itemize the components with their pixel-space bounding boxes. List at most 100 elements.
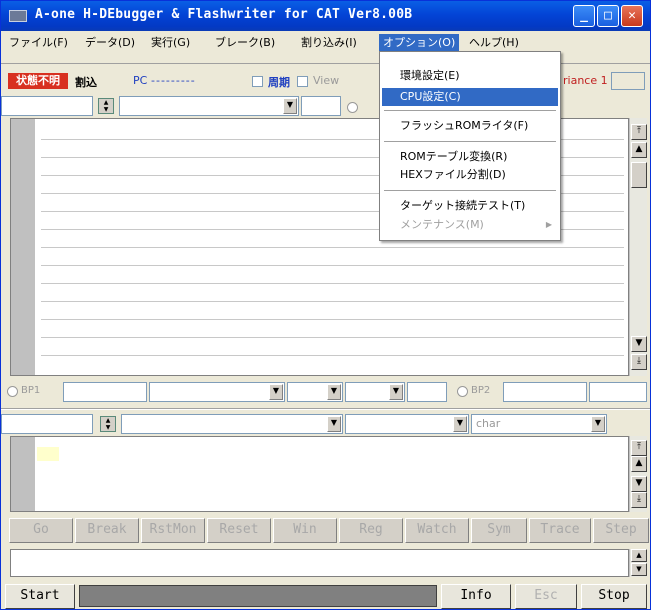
chevron-down-icon: ▼ <box>283 98 297 114</box>
message-output[interactable] <box>10 549 629 577</box>
pane-splitter[interactable] <box>1 408 650 410</box>
bp2-condition-field[interactable] <box>589 382 647 402</box>
listing-line <box>41 319 624 320</box>
title-bar[interactable]: A-one H-DEbugger & Flashwriter for CAT V… <box>1 1 650 31</box>
trace-button[interactable]: Trace <box>529 518 591 543</box>
memory-cursor <box>37 447 59 461</box>
scroll-thumb[interactable] <box>631 162 647 188</box>
memory-scrollbar[interactable]: ⤒ ▲ ▼ ⤓ <box>629 436 647 512</box>
bp2-address-field[interactable] <box>503 382 587 402</box>
view-label: View <box>313 74 340 87</box>
maximize-icon: □ <box>604 8 612 23</box>
memory-size-select[interactable]: ▼ <box>345 414 469 434</box>
close-button[interactable]: ✕ <box>621 5 643 27</box>
bp1-condition-select[interactable]: ▼ <box>149 382 285 402</box>
menu-item-target-connection-test[interactable]: ターゲット接続テスト(T) <box>382 197 558 215</box>
listing-line <box>41 247 624 248</box>
break-button[interactable]: Break <box>75 518 139 543</box>
listing-mode-select[interactable]: ▼ <box>119 96 299 116</box>
memory-type-value: char <box>476 417 501 430</box>
app-icon <box>9 10 27 22</box>
info-button[interactable]: Info <box>441 584 511 609</box>
memory-dump-pane[interactable] <box>10 436 629 512</box>
go-button[interactable]: Go <box>9 518 73 543</box>
window-title: A-one H-DEbugger & Flashwriter for CAT V… <box>35 7 413 22</box>
pc-value: --------- <box>151 74 196 87</box>
bp1-access-select[interactable]: ▼ <box>345 382 405 402</box>
listing-scrollbar[interactable]: ⤒ ▲ ▼ ⤓ <box>629 118 647 376</box>
bp1-address-field[interactable] <box>63 382 147 402</box>
memory-type-select[interactable]: char ▼ <box>471 414 607 434</box>
maximize-button[interactable]: □ <box>597 5 619 27</box>
bp1-radio[interactable] <box>7 386 18 397</box>
options-menu: 環境設定(E) CPU設定(C) フラッシュROMライタ(F) ROMテーブル変… <box>379 51 561 241</box>
memory-address-field[interactable] <box>1 414 93 434</box>
close-icon: ✕ <box>628 8 636 23</box>
progress-bar <box>79 585 437 607</box>
scroll-up-icon[interactable]: ▲ <box>631 142 647 158</box>
address-field[interactable] <box>1 96 93 116</box>
period-checkbox[interactable] <box>252 76 263 87</box>
memory-address-spinner[interactable]: ▲ ▼ <box>100 416 116 432</box>
menu-file[interactable]: ファイル(F) <box>5 34 72 51</box>
menu-item-rom-table-convert[interactable]: ROMテーブル変換(R) <box>382 148 558 166</box>
listing-line <box>41 265 624 266</box>
bp1-count-field[interactable] <box>407 382 447 402</box>
scroll-down-icon[interactable]: ▼ <box>631 563 647 576</box>
bp2-radio[interactable] <box>457 386 468 397</box>
menu-separator <box>384 190 556 191</box>
menu-run[interactable]: 実行(G) <box>147 34 194 51</box>
listing-line <box>41 337 624 338</box>
scroll-bottom-icon[interactable]: ⤓ <box>631 354 647 370</box>
stop-button[interactable]: Stop <box>581 584 647 609</box>
scroll-down-icon[interactable]: ▼ <box>631 476 647 492</box>
listing-line <box>41 283 624 284</box>
listing-size-field[interactable] <box>301 96 341 116</box>
menu-item-maintenance[interactable]: メンテナンス(M) ▶ <box>382 216 558 234</box>
reg-button[interactable]: Reg <box>339 518 403 543</box>
menu-separator <box>384 141 556 142</box>
menu-item-cpu-settings[interactable]: CPU設定(C) <box>382 88 558 106</box>
bottom-bar: Start Info Esc Stop <box>1 581 650 610</box>
variance-field[interactable] <box>611 72 645 90</box>
run-state-badge: 状態不明 <box>8 73 68 89</box>
menu-item-environment-settings[interactable]: 環境設定(E) <box>382 67 558 85</box>
minimize-button[interactable]: _ <box>573 5 595 27</box>
spin-down-icon: ▼ <box>105 424 111 431</box>
bp1-size-select[interactable]: ▼ <box>287 382 343 402</box>
scroll-down-icon[interactable]: ▼ <box>631 336 647 352</box>
reset-button[interactable]: Reset <box>207 518 271 543</box>
app-window: A-one H-DEbugger & Flashwriter for CAT V… <box>0 0 651 610</box>
chevron-down-icon: ▼ <box>453 416 467 432</box>
scroll-top-icon[interactable]: ⤒ <box>631 440 647 456</box>
memory-mode-select[interactable]: ▼ <box>121 414 343 434</box>
watch-button[interactable]: Watch <box>405 518 469 543</box>
message-scrollbar[interactable]: ▲ ▼ <box>629 549 647 577</box>
scroll-up-icon[interactable]: ▲ <box>631 549 647 562</box>
start-button[interactable]: Start <box>5 584 75 609</box>
menu-break[interactable]: ブレーク(B) <box>211 34 279 51</box>
minimize-icon: _ <box>580 8 588 23</box>
step-button[interactable]: Step <box>593 518 649 543</box>
scroll-up-icon[interactable]: ▲ <box>631 456 647 472</box>
scroll-top-icon[interactable]: ⤒ <box>631 124 647 140</box>
view-checkbox[interactable] <box>297 76 308 87</box>
scroll-bottom-icon[interactable]: ⤓ <box>631 492 647 508</box>
menu-options[interactable]: オプション(O) <box>379 34 460 51</box>
bp2-label: BP2 <box>471 385 491 396</box>
listing-line <box>41 355 624 356</box>
esc-button[interactable]: Esc <box>515 584 577 609</box>
breakpoint-row: BP1 ▼ ▼ ▼ BP2 <box>1 380 650 404</box>
menu-data[interactable]: データ(D) <box>81 34 139 51</box>
period-label: 周期 <box>268 76 290 89</box>
menu-item-hex-file-split[interactable]: HEXファイル分割(D) <box>382 166 558 184</box>
interrupt-label: 割込 <box>75 76 97 89</box>
address-spinner[interactable]: ▲ ▼ <box>98 98 114 114</box>
menu-item-flash-rom-writer[interactable]: フラッシュROMライタ(F) <box>382 117 558 135</box>
sym-button[interactable]: Sym <box>471 518 527 543</box>
rstmon-button[interactable]: RstMon <box>141 518 205 543</box>
win-button[interactable]: Win <box>273 518 337 543</box>
symbol-radio[interactable] <box>347 102 358 113</box>
menu-interrupt[interactable]: 割り込み(I) <box>297 34 361 51</box>
menu-help[interactable]: ヘルプ(H) <box>465 34 523 51</box>
